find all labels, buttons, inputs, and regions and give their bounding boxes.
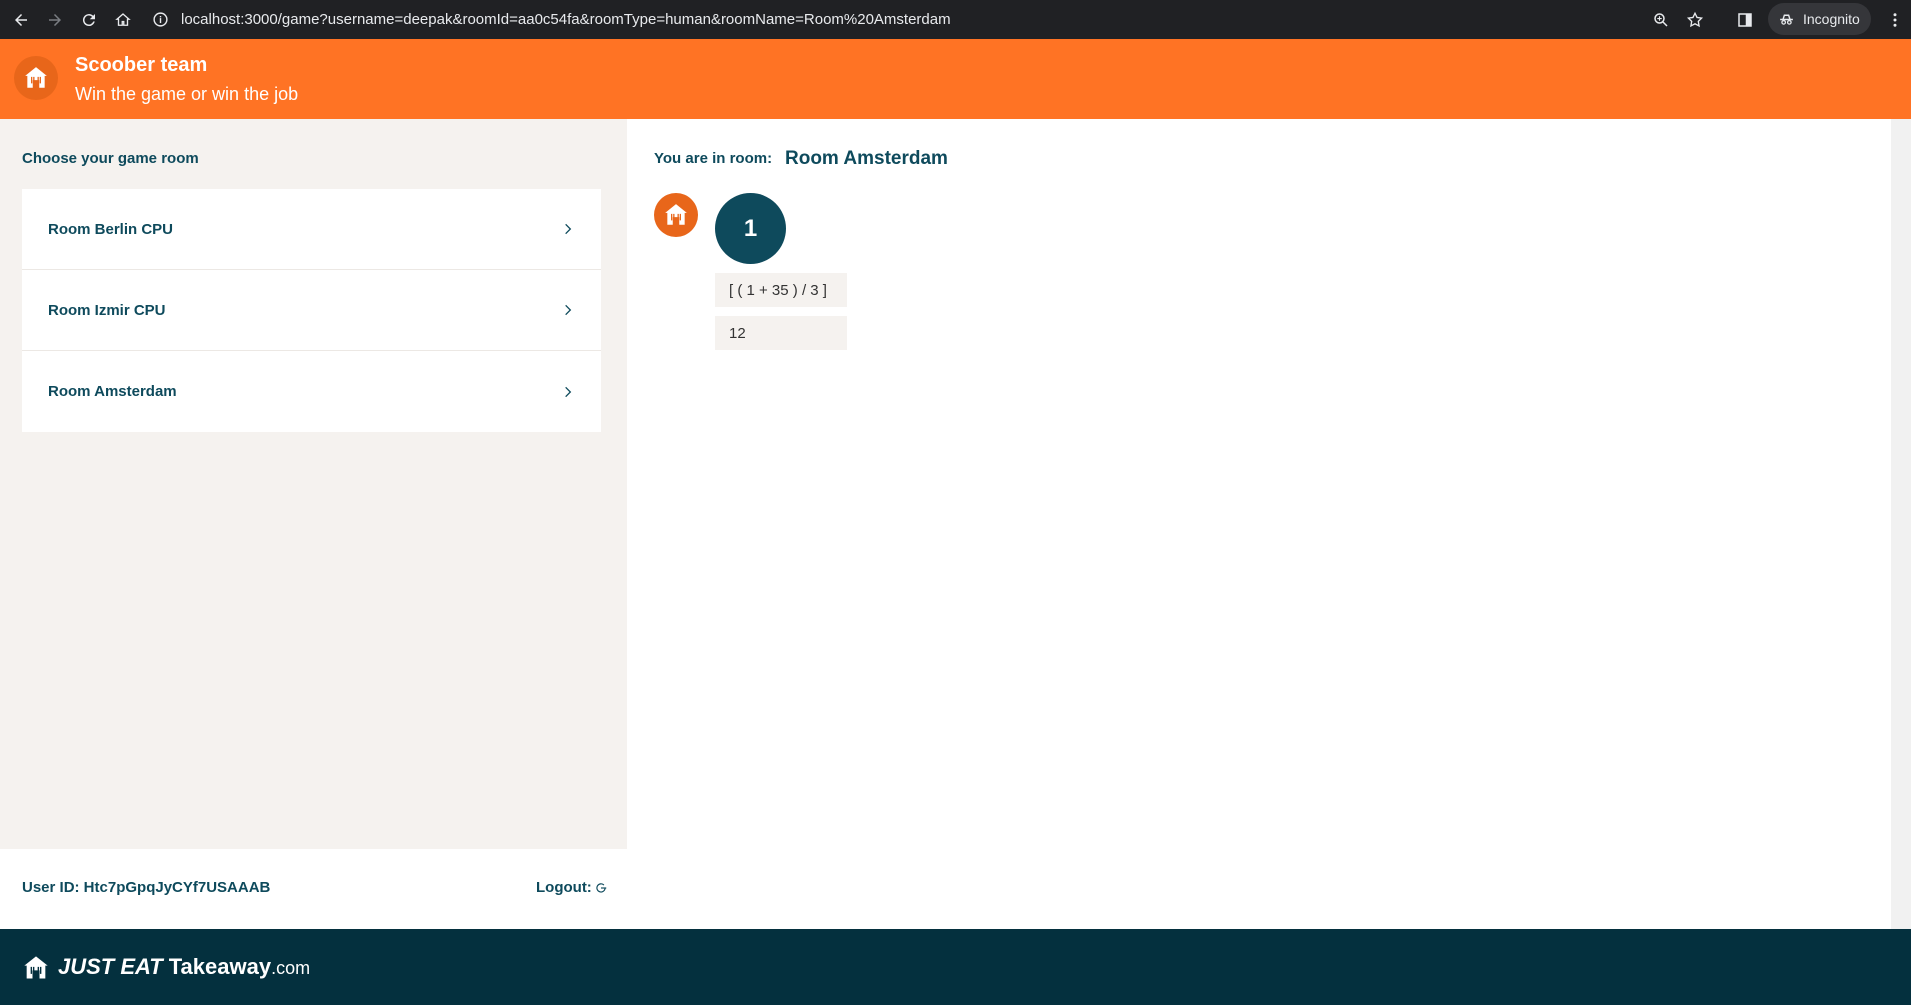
brand-footer: JUST EAT Takeaway.com <box>0 929 1911 1005</box>
app-logo <box>14 56 58 100</box>
brand-takeaway: Takeaway <box>168 954 272 979</box>
home-icon[interactable] <box>108 5 138 35</box>
room-item-amsterdam[interactable]: Room Amsterdam <box>22 351 601 432</box>
house-logo-icon <box>665 204 687 225</box>
game-area: You are in room: Room Amsterdam 1 [ ( 1 … <box>627 119 1891 929</box>
room-item-izmir[interactable]: Room Izmir CPU <box>22 270 601 351</box>
room-label: Room Amsterdam <box>48 383 177 400</box>
chevron-right-icon <box>565 304 572 316</box>
logout-icon <box>596 882 607 893</box>
logout-label: Logout: <box>536 879 592 896</box>
bookmark-star-icon[interactable] <box>1686 0 1704 39</box>
header-title: Scoober team <box>75 54 208 76</box>
site-info-icon[interactable] <box>152 11 169 28</box>
incognito-badge[interactable]: Incognito <box>1768 3 1871 35</box>
header-subtitle: Win the game or win the job <box>75 84 299 104</box>
user-bar: User ID: Htc7pGpqJyCYf7USAAAB Logout: <box>0 849 627 929</box>
room-label: Room Berlin CPU <box>48 220 174 238</box>
room-list: Room Berlin CPU Room Izmir CPU Room Amst… <box>22 189 601 432</box>
app-header: Scoober team Win the game or win the job <box>0 39 1911 119</box>
move-number-bubble: 1 <box>715 193 786 264</box>
reload-icon[interactable] <box>74 5 104 35</box>
scrollbar[interactable] <box>1891 119 1911 929</box>
brand-just-eat: JUST EAT <box>58 954 163 979</box>
brand-com: .com <box>271 958 311 978</box>
url-text[interactable]: localhost:3000/game?username=deepak&room… <box>181 11 951 28</box>
chevron-right-icon <box>565 223 572 235</box>
zoom-icon[interactable] <box>1652 0 1670 39</box>
brand-wordmark: JUST EAT Takeaway.com <box>58 954 310 980</box>
room-prefix-label: You are in room: <box>654 150 773 167</box>
player-avatar <box>654 193 698 237</box>
user-id: User ID: Htc7pGpqJyCYf7USAAAB <box>22 879 271 896</box>
room-sidebar: Choose your game room Room Berlin CPU Ro… <box>0 119 627 849</box>
side-panel-icon[interactable] <box>1736 0 1754 39</box>
current-room-name: Room Amsterdam <box>785 148 948 169</box>
sidebar-heading: Choose your game room <box>22 150 199 167</box>
incognito-icon <box>1780 14 1793 25</box>
chevron-right-icon <box>565 386 572 397</box>
address-bar[interactable]: localhost:3000/game?username=deepak&room… <box>152 2 1752 36</box>
room-label: Room Izmir CPU <box>48 301 166 319</box>
forward-arrow-icon[interactable] <box>40 5 70 35</box>
house-logo-icon <box>24 956 48 979</box>
more-menu-icon[interactable] <box>1886 0 1904 39</box>
incognito-label: Incognito <box>1803 11 1860 27</box>
move-calculation: [ ( 1 + 35 ) / 3 ] <box>715 273 847 307</box>
move-result: 12 <box>715 316 847 350</box>
logout-button[interactable]: Logout: <box>536 879 608 896</box>
back-arrow-icon[interactable] <box>6 5 36 35</box>
browser-toolbar: localhost:3000/game?username=deepak&room… <box>0 0 1911 39</box>
room-item-berlin[interactable]: Room Berlin CPU <box>22 189 601 270</box>
house-logo-icon <box>25 67 47 88</box>
